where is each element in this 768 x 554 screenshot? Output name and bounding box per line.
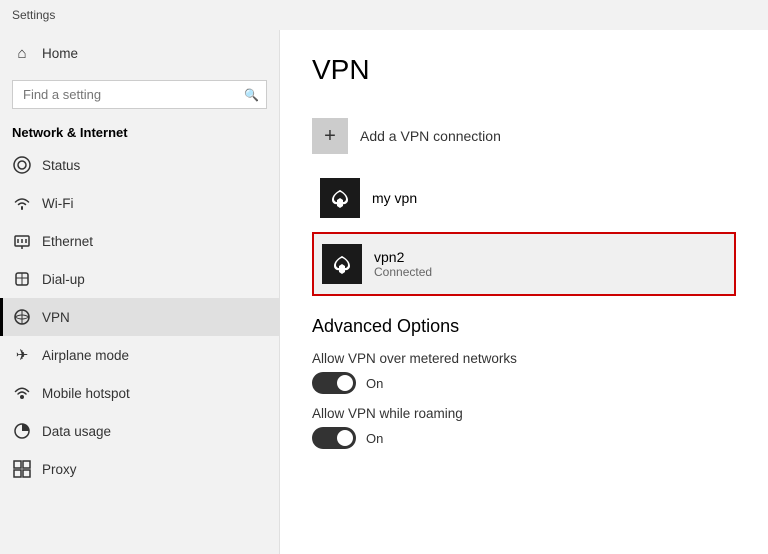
advanced-options-title: Advanced Options (312, 316, 736, 337)
toggle-metered-label: On (366, 376, 383, 391)
vpn-vpn2-status: Connected (374, 265, 432, 279)
vpn-myvpn-name: my vpn (372, 190, 417, 206)
sidebar-item-airplane-label: Airplane mode (42, 348, 129, 363)
airplane-icon: ✈ (12, 345, 32, 365)
sidebar-item-hotspot-label: Mobile hotspot (42, 386, 130, 401)
vpn-vpn2-info: vpn2 Connected (374, 249, 432, 279)
sidebar-item-home-label: Home (42, 46, 78, 61)
sidebar-item-ethernet[interactable]: Ethernet (0, 222, 279, 260)
sidebar-item-vpn-label: VPN (42, 310, 70, 325)
sidebar-item-status-label: Status (42, 158, 80, 173)
sidebar-item-datausage[interactable]: Data usage (0, 412, 279, 450)
section-title: Network & Internet (0, 117, 279, 146)
sidebar-item-proxy-label: Proxy (42, 462, 77, 477)
sidebar-item-status[interactable]: Status (0, 146, 279, 184)
sidebar-item-airplane[interactable]: ✈ Airplane mode (0, 336, 279, 374)
proxy-icon (12, 459, 32, 479)
toggle-metered[interactable] (312, 372, 356, 394)
option-metered-toggle-row: On (312, 372, 736, 394)
search-input[interactable] (12, 80, 267, 109)
option-roaming: Allow VPN while roaming On (312, 406, 736, 449)
sidebar-item-home[interactable]: ⌂ Home (0, 34, 279, 72)
search-box: 🔍 (12, 80, 267, 109)
option-roaming-label: Allow VPN while roaming (312, 406, 736, 421)
title-bar: Settings (0, 0, 768, 30)
datausage-icon (12, 421, 32, 441)
sidebar-item-wifi[interactable]: Wi-Fi (0, 184, 279, 222)
dialup-icon (12, 269, 32, 289)
sidebar-item-datausage-label: Data usage (42, 424, 111, 439)
add-vpn-label: Add a VPN connection (360, 128, 501, 144)
main-content: VPN + Add a VPN connection my vpn (280, 30, 768, 554)
option-metered-label: Allow VPN over metered networks (312, 351, 736, 366)
sidebar-item-dialup[interactable]: Dial-up (0, 260, 279, 298)
vpn-myvpn-icon (320, 178, 360, 218)
title-bar-label: Settings (12, 8, 55, 22)
sidebar-item-wifi-label: Wi-Fi (42, 196, 73, 211)
sidebar-item-dialup-label: Dial-up (42, 272, 85, 287)
wifi-icon (12, 193, 32, 213)
vpn-vpn2-icon (322, 244, 362, 284)
add-vpn-button[interactable]: + Add a VPN connection (312, 110, 736, 162)
vpn-item-myvpn[interactable]: my vpn (312, 168, 736, 228)
search-icon: 🔍 (244, 88, 259, 102)
app-container: ⌂ Home 🔍 Network & Internet Status (0, 30, 768, 554)
toggle-roaming-label: On (366, 431, 383, 446)
add-vpn-icon: + (312, 118, 348, 154)
vpn-icon (12, 307, 32, 327)
sidebar-item-ethernet-label: Ethernet (42, 234, 93, 249)
sidebar-item-hotspot[interactable]: Mobile hotspot (0, 374, 279, 412)
home-icon: ⌂ (12, 43, 32, 63)
hotspot-icon (12, 383, 32, 403)
option-metered: Allow VPN over metered networks On (312, 351, 736, 394)
vpn-vpn2-name: vpn2 (374, 249, 432, 265)
sidebar-item-proxy[interactable]: Proxy (0, 450, 279, 488)
sidebar: ⌂ Home 🔍 Network & Internet Status (0, 30, 280, 554)
ethernet-icon (12, 231, 32, 251)
toggle-roaming[interactable] (312, 427, 356, 449)
page-title: VPN (312, 54, 736, 86)
vpn-myvpn-info: my vpn (372, 190, 417, 206)
sidebar-item-vpn[interactable]: VPN (0, 298, 279, 336)
option-roaming-toggle-row: On (312, 427, 736, 449)
vpn-item-vpn2[interactable]: vpn2 Connected (312, 232, 736, 296)
status-icon (12, 155, 32, 175)
